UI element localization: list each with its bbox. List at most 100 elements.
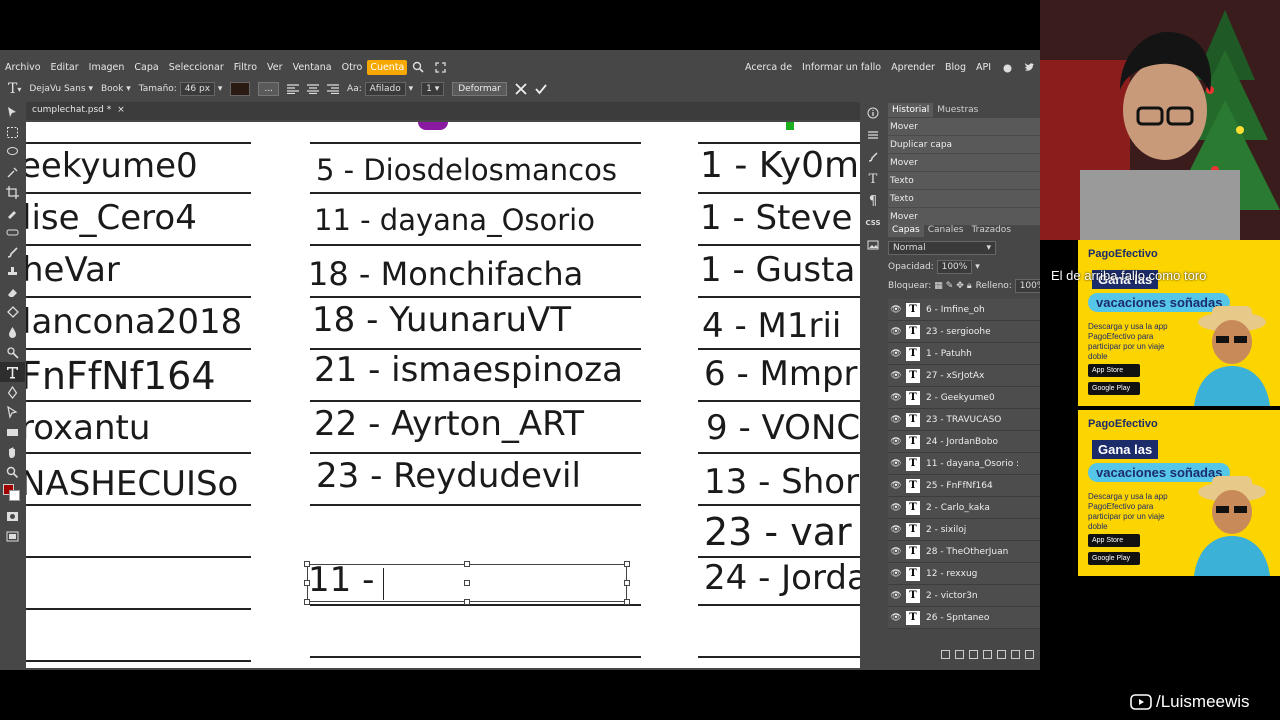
align-right-icon[interactable] bbox=[327, 84, 340, 94]
visibility-eye-icon[interactable]: 👁︎ bbox=[888, 591, 904, 601]
new-layer-icon[interactable] bbox=[1011, 650, 1020, 659]
twitter-icon[interactable] bbox=[1022, 60, 1036, 74]
layer-row[interactable]: 👁︎ T 2 - sixiloj bbox=[888, 519, 1040, 541]
info-icon[interactable] bbox=[860, 102, 886, 124]
canvas-text[interactable]: lancona2018 bbox=[26, 302, 242, 342]
canvas-text[interactable]: 9 - VONC bbox=[706, 408, 860, 448]
align-center-icon[interactable] bbox=[307, 84, 320, 94]
menu-ventana[interactable]: Ventana bbox=[288, 62, 337, 73]
menu-capa[interactable]: Capa bbox=[129, 62, 163, 73]
visibility-eye-icon[interactable]: 👁︎ bbox=[888, 547, 904, 557]
link-layers-icon[interactable] bbox=[941, 650, 950, 659]
tab-canales[interactable]: Canales bbox=[924, 223, 968, 237]
fullscreen-icon[interactable] bbox=[433, 60, 447, 74]
canvas-text[interactable]: 21 - ismaespinoza bbox=[314, 350, 623, 390]
image-panel-icon[interactable] bbox=[860, 234, 886, 256]
path-select-icon[interactable] bbox=[0, 402, 25, 422]
menu-editar[interactable]: Editar bbox=[46, 62, 84, 73]
canvas-text[interactable]: 5 - Diosdelosmancos bbox=[316, 150, 617, 190]
ad-banner[interactable]: PagoEfectivo Gana las vacaciones soñadas… bbox=[1078, 240, 1280, 406]
deform-button[interactable]: Deformar bbox=[452, 82, 507, 96]
canvas-text[interactable]: NASHECUISo bbox=[26, 464, 238, 504]
layer-row[interactable]: 👁︎ T 23 - sergioohe bbox=[888, 321, 1040, 343]
spacing-select[interactable]: 1 ▾ bbox=[421, 82, 445, 96]
close-tab-icon[interactable]: × bbox=[117, 105, 125, 115]
visibility-eye-icon[interactable]: 👁︎ bbox=[888, 327, 904, 337]
history-entry[interactable]: Duplicar capa bbox=[888, 136, 1040, 154]
ad-banner[interactable]: PagoEfectivo Gana las vacaciones soñadas… bbox=[1078, 410, 1280, 576]
menu-otro[interactable]: Otro bbox=[337, 62, 368, 73]
history-entry[interactable]: Texto bbox=[888, 172, 1040, 190]
visibility-eye-icon[interactable]: 👁︎ bbox=[888, 525, 904, 535]
aa-value[interactable]: Afilado bbox=[364, 82, 406, 96]
menu-api[interactable]: API bbox=[971, 62, 996, 73]
menu-acerca[interactable]: Acerca de bbox=[740, 62, 797, 73]
canvas-text[interactable]: lise_Cero4 bbox=[26, 198, 197, 238]
type-tool-icon[interactable]: T ▾ bbox=[8, 81, 21, 97]
layer-row[interactable]: 👁︎ T 2 - Carlo_kaka bbox=[888, 497, 1040, 519]
lasso-tool-icon[interactable] bbox=[0, 142, 25, 162]
transform-handle[interactable] bbox=[304, 599, 310, 605]
visibility-eye-icon[interactable]: 👁︎ bbox=[888, 415, 904, 425]
layer-row[interactable]: 👁︎ T 12 - rexxug bbox=[888, 563, 1040, 585]
canvas-text[interactable]: 1 - Steve bbox=[700, 198, 852, 238]
crop-tool-icon[interactable] bbox=[0, 182, 25, 202]
menu-seleccionar[interactable]: Seleccionar bbox=[164, 62, 229, 73]
menu-aprender[interactable]: Aprender bbox=[886, 62, 940, 73]
canvas-text[interactable]: FnFfNf164 bbox=[26, 356, 216, 396]
eyedropper-icon[interactable] bbox=[0, 202, 25, 222]
reddit-icon[interactable] bbox=[1000, 60, 1014, 74]
layer-row[interactable]: 👁︎ T 23 - TRAVUCASO bbox=[888, 409, 1040, 431]
search-icon[interactable] bbox=[411, 60, 425, 74]
document-tab[interactable]: cumplechat.psd * × bbox=[26, 102, 131, 120]
history-entry[interactable]: Texto bbox=[888, 190, 1040, 208]
canvas-text[interactable]: 4 - M1rii bbox=[702, 306, 841, 346]
canvas-text[interactable]: 11 - dayana_Osorio bbox=[314, 200, 595, 240]
paragraph-icon[interactable]: ¶ bbox=[860, 190, 886, 212]
new-group-icon[interactable] bbox=[997, 650, 1006, 659]
background-color[interactable] bbox=[9, 490, 20, 501]
stamp-tool-icon[interactable] bbox=[0, 262, 25, 282]
canvas-text[interactable]: 18 - YuunaruVT bbox=[312, 300, 571, 340]
layer-row[interactable]: 👁︎ T 11 - dayana_Osorio : bbox=[888, 453, 1040, 475]
transform-handle[interactable] bbox=[624, 599, 630, 605]
visibility-eye-icon[interactable]: 👁︎ bbox=[888, 437, 904, 447]
google-play-badge[interactable]: Google Play bbox=[1088, 552, 1140, 565]
move-tool-icon[interactable] bbox=[0, 102, 25, 122]
adjustment-icon[interactable] bbox=[983, 650, 992, 659]
dodge-tool-icon[interactable] bbox=[0, 342, 25, 362]
visibility-eye-icon[interactable]: 👁︎ bbox=[888, 305, 904, 315]
canvas-text[interactable]: 13 - Shor bbox=[704, 462, 859, 502]
visibility-eye-icon[interactable]: 👁︎ bbox=[888, 459, 904, 469]
quick-mask-icon[interactable] bbox=[0, 506, 25, 526]
layer-row[interactable]: 👁︎ T 2 - Geekyume0 bbox=[888, 387, 1040, 409]
style-select[interactable]: Book ▾ bbox=[101, 84, 131, 94]
transform-handle[interactable] bbox=[304, 561, 310, 567]
menu-cuenta[interactable]: Cuenta bbox=[367, 59, 408, 75]
tab-trazados[interactable]: Trazados bbox=[967, 223, 1015, 237]
canvas-text[interactable]: 6 - Mmpr bbox=[704, 354, 858, 394]
delete-layer-icon[interactable] bbox=[1025, 650, 1034, 659]
transform-handle[interactable] bbox=[624, 580, 630, 586]
bucket-tool-icon[interactable] bbox=[0, 302, 25, 322]
canvas-text[interactable]: heVar bbox=[26, 250, 120, 290]
screen-mode-icon[interactable] bbox=[0, 526, 25, 546]
tab-muestras[interactable]: Muestras bbox=[933, 103, 982, 117]
layer-row[interactable]: 👁︎ T 1 - Patuhh bbox=[888, 343, 1040, 365]
canvas-text[interactable]: 23 - var bbox=[704, 512, 852, 552]
layer-row[interactable]: 👁︎ T 26 - Spntaneo bbox=[888, 607, 1040, 629]
menu-archivo[interactable]: Archivo bbox=[0, 62, 46, 73]
brush-tool-icon[interactable] bbox=[0, 242, 25, 262]
character-icon[interactable]: T bbox=[860, 168, 886, 190]
menu-imagen[interactable]: Imagen bbox=[84, 62, 130, 73]
lock-move-icon[interactable]: ✥ bbox=[956, 281, 964, 291]
properties-icon[interactable] bbox=[860, 124, 886, 146]
cancel-icon[interactable] bbox=[515, 83, 527, 95]
transform-handle[interactable] bbox=[464, 580, 470, 586]
fill-value[interactable]: 100% bbox=[1014, 278, 1040, 293]
blend-mode-select[interactable]: Normal ▾ bbox=[888, 240, 996, 255]
history-entry[interactable]: Mover bbox=[888, 154, 1040, 172]
canvas-text[interactable]: 23 - Reydudevil bbox=[316, 456, 581, 496]
canvas-text[interactable]: 1 - Ky0m bbox=[700, 146, 859, 186]
editing-text[interactable]: 11 - bbox=[308, 560, 374, 600]
